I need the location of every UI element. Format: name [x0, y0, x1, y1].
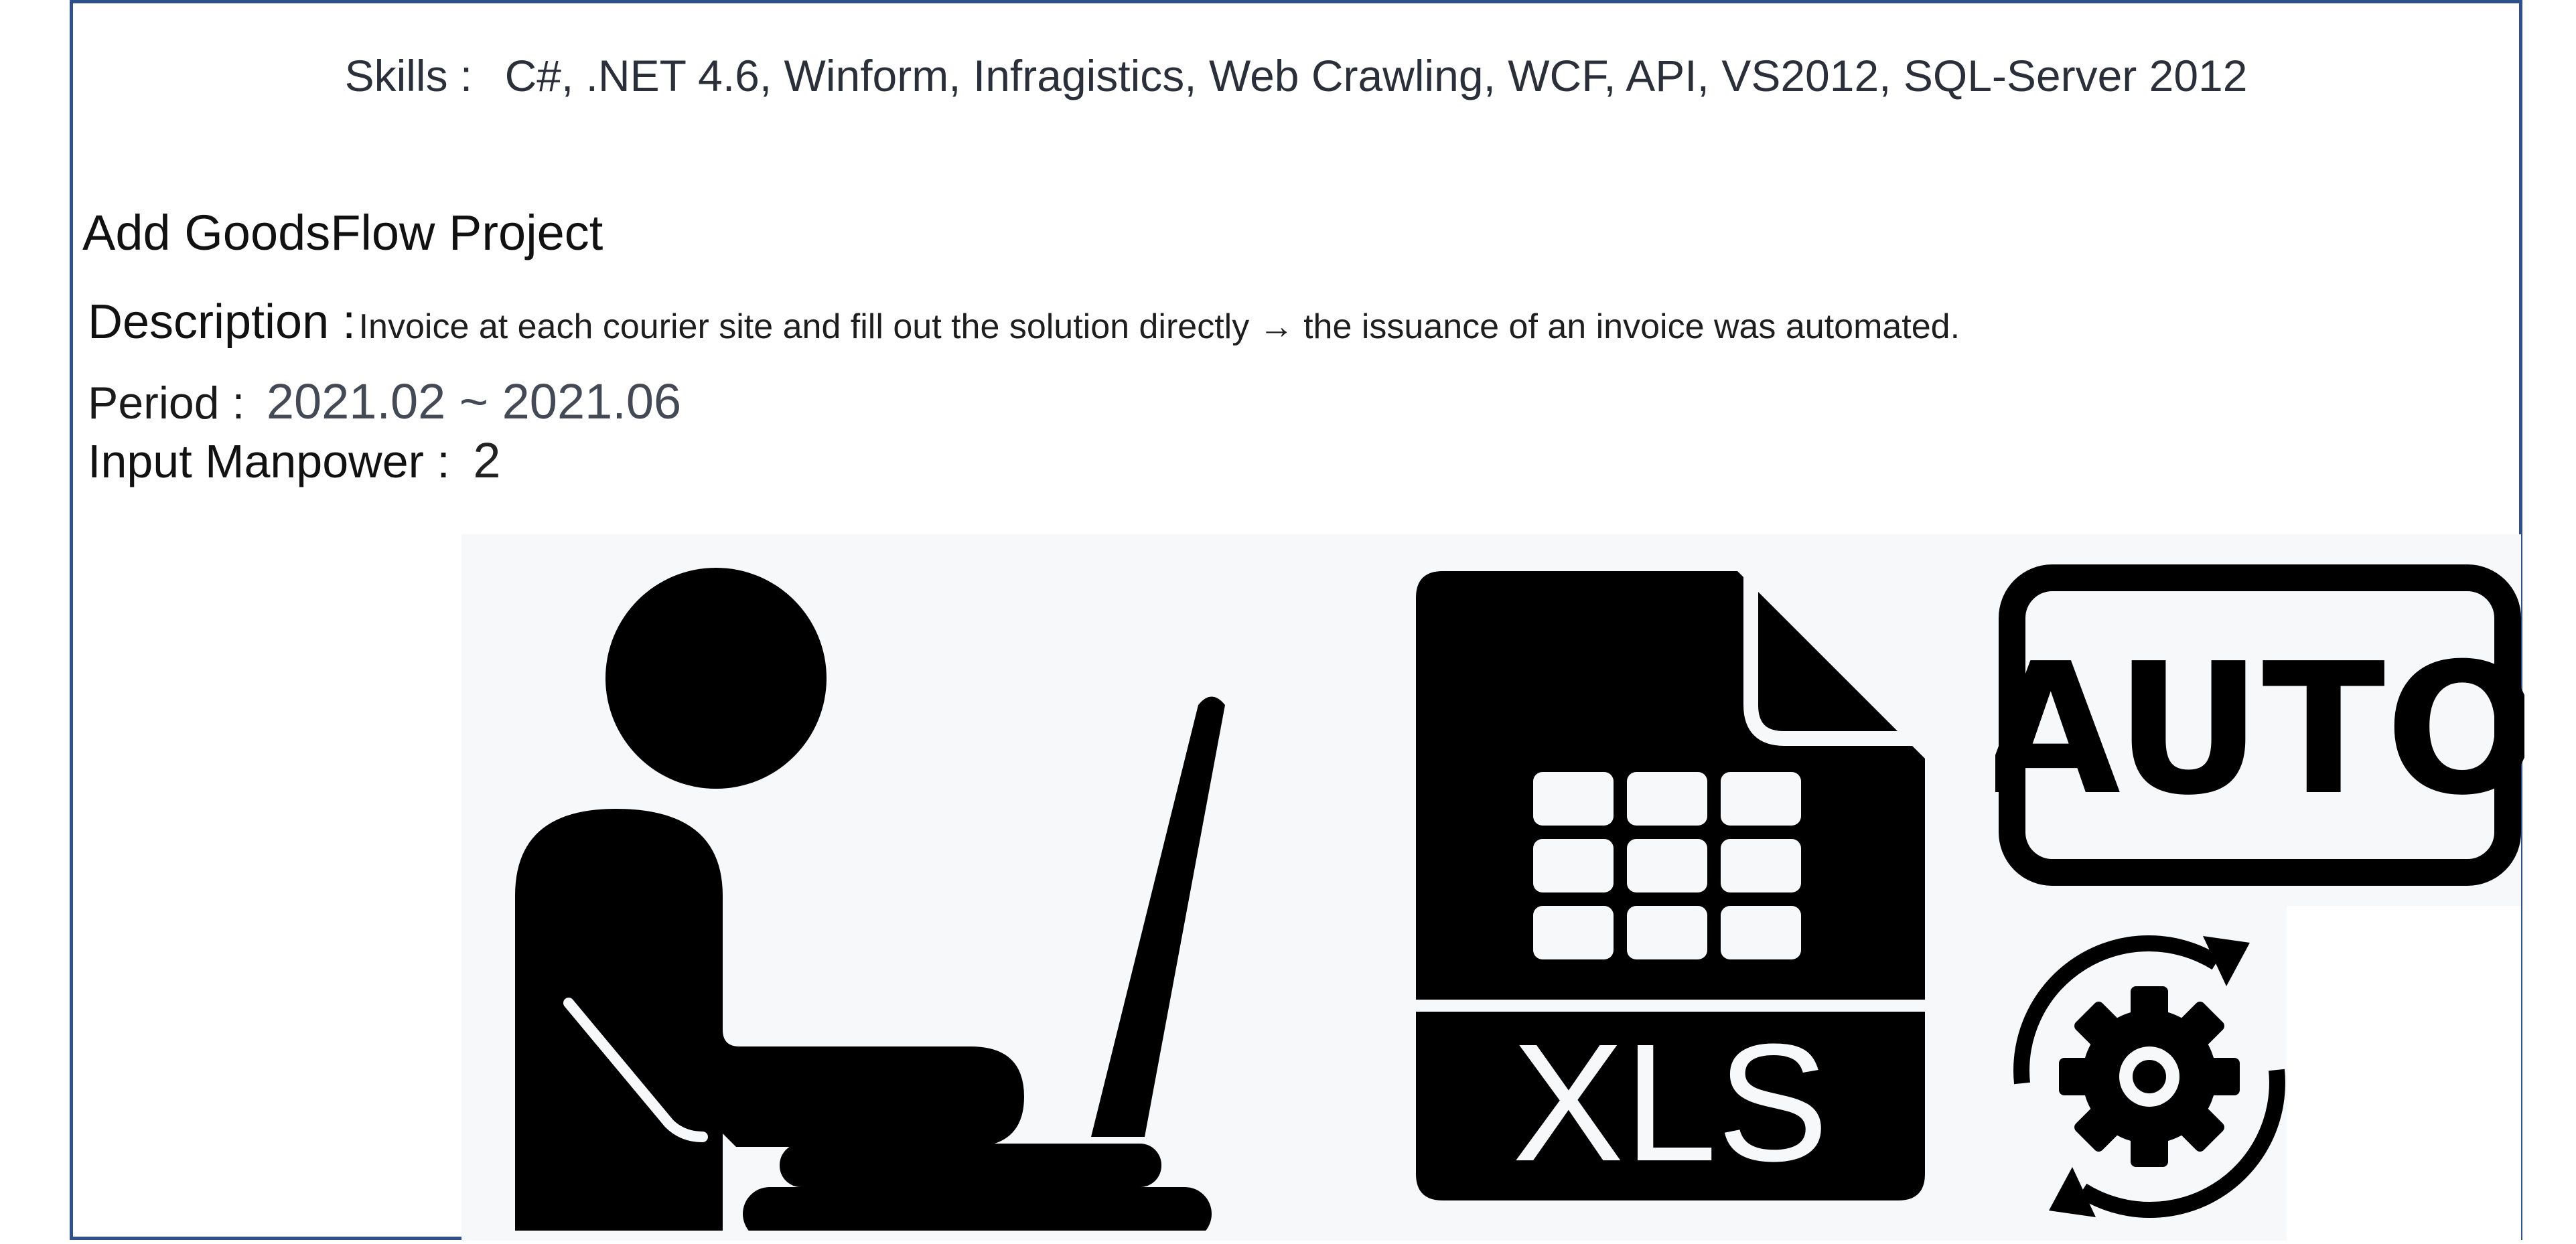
auto-label: AUTO	[1995, 624, 2524, 835]
description-line: Description : Invoice at each courier si…	[88, 295, 1960, 349]
person-laptop-icon	[515, 568, 1225, 1231]
manpower-line: Input Manpower : 2	[88, 432, 500, 489]
manpower-value: 2	[473, 433, 501, 488]
period-value: 2021.02 ~ 2021.06	[266, 374, 682, 429]
skills-value: C#, .NET 4.6, Winform, Infragistics, Web…	[504, 51, 2248, 100]
project-title: Add GoodsFlow Project	[82, 205, 603, 260]
period-line: Period : 2021.02 ~ 2021.06	[88, 373, 681, 430]
description-label: Description :	[88, 295, 356, 349]
project-illustration: XLS AUTO	[461, 534, 2524, 1241]
xls-file-icon: XLS	[1416, 571, 1925, 1200]
auto-badge-icon: AUTO	[1995, 564, 2524, 886]
period-label: Period :	[88, 378, 245, 429]
skills-label: Skills :	[344, 51, 473, 100]
document-frame: Skills : C#, .NET 4.6, Winform, Infragis…	[70, 0, 2524, 1241]
description-value: Invoice at each courier site and fill ou…	[358, 307, 1960, 346]
manpower-label: Input Manpower :	[88, 435, 450, 487]
xls-label: XLS	[1512, 1009, 1829, 1196]
gear-sync-icon	[2013, 935, 2285, 1219]
skills-line: Skills : C#, .NET 4.6, Winform, Infragis…	[73, 50, 2519, 101]
